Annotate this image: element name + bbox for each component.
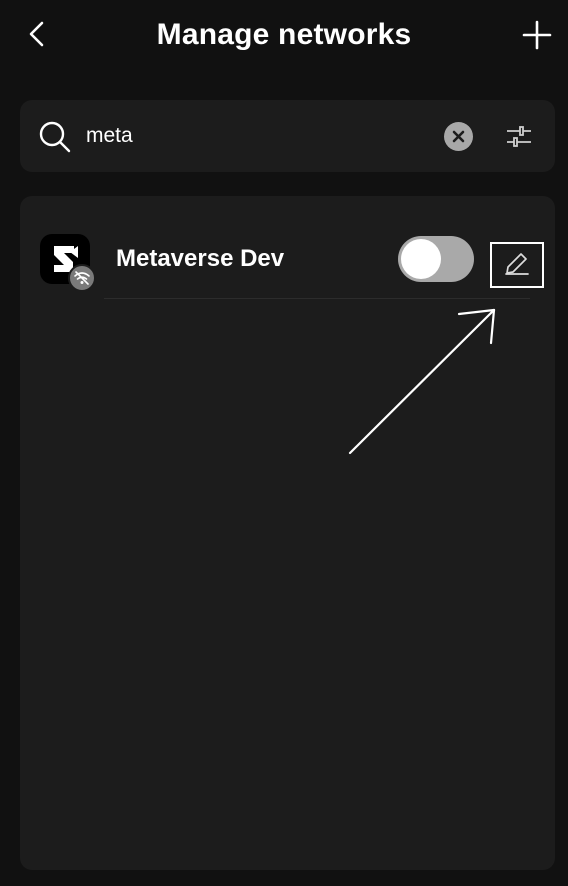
search-icon	[39, 121, 71, 153]
header: Manage networks	[0, 0, 568, 72]
row-divider	[104, 298, 530, 299]
close-circle-icon	[452, 130, 465, 143]
pencil-icon	[505, 253, 529, 275]
search-input[interactable]	[86, 118, 426, 154]
page-title: Manage networks	[156, 18, 412, 51]
network-list: Metaverse Dev	[20, 196, 555, 870]
manage-networks-screen: Manage networks meta Metaverse Dev	[0, 0, 568, 886]
network-name: Metaverse Dev	[116, 245, 285, 272]
plus-icon	[522, 20, 552, 50]
testnet-badge-icon	[68, 264, 96, 292]
toggle-knob	[401, 239, 441, 279]
edit-network-button[interactable]	[490, 242, 544, 288]
search-bar	[20, 100, 555, 172]
filter-button[interactable]	[504, 122, 534, 152]
network-toggle[interactable]	[398, 236, 474, 282]
network-row[interactable]: Metaverse Dev	[20, 220, 555, 300]
sliders-icon	[507, 126, 531, 147]
clear-search-button[interactable]	[444, 122, 473, 151]
add-network-button[interactable]	[518, 16, 556, 54]
